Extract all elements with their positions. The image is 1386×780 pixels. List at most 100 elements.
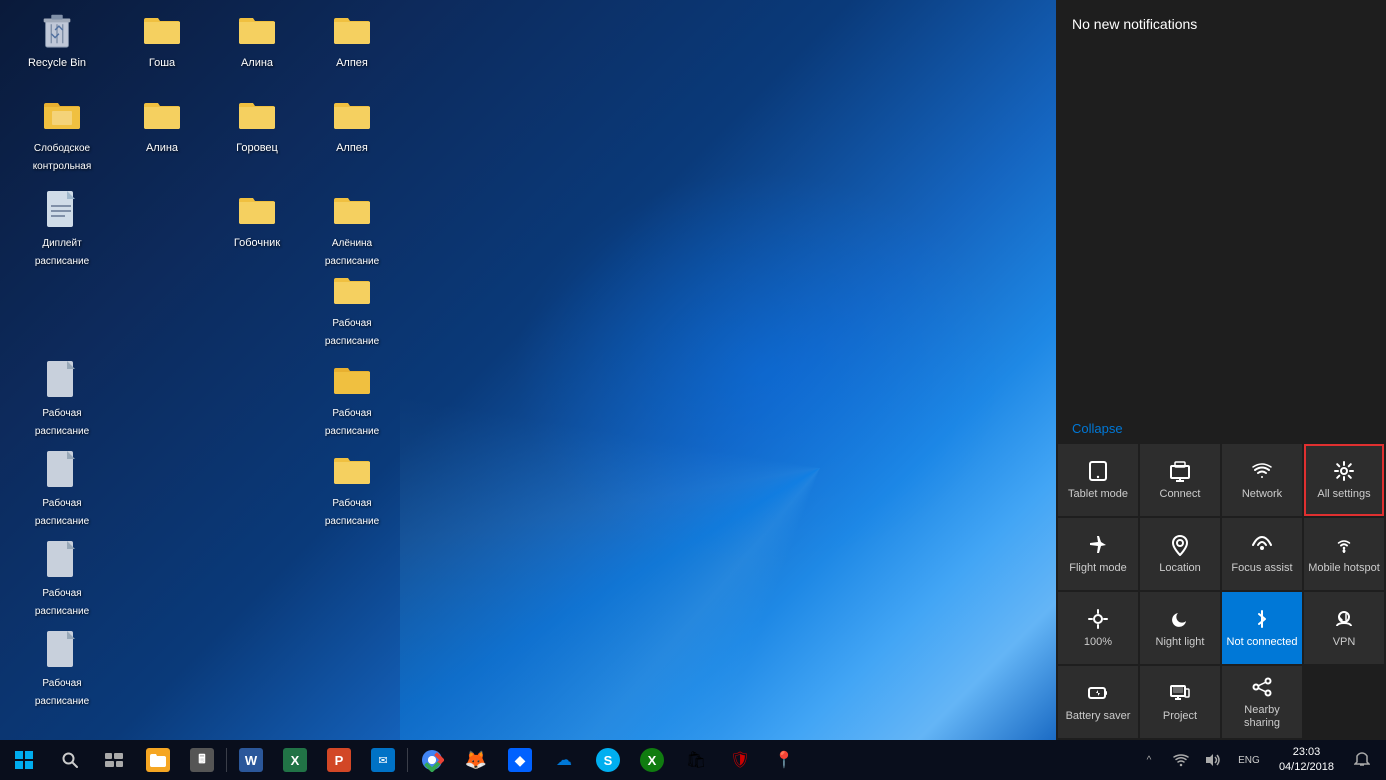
- pinned-calculator[interactable]: 🖩: [180, 740, 224, 780]
- antivirus-icon: 🛡: [728, 748, 752, 772]
- folder-10-label: Рабочая расписание: [325, 498, 379, 527]
- file-4-label: Рабочая расписание: [35, 498, 89, 527]
- start-button[interactable]: [0, 740, 48, 780]
- qa-vpn-label: VPN: [1333, 636, 1356, 649]
- qa-mobile-hotspot[interactable]: Mobile hotspot: [1304, 518, 1384, 590]
- tablet-mode-icon: [1087, 460, 1109, 482]
- pinned-antivirus[interactable]: 🛡: [718, 740, 762, 780]
- search-button[interactable]: [48, 740, 92, 780]
- qa-network[interactable]: Network: [1222, 444, 1302, 516]
- ac-footer: Collapse Tablet mode Connect: [1056, 407, 1386, 740]
- desktop-folder-4[interactable]: Алина: [122, 90, 202, 160]
- flight-mode-icon: [1087, 534, 1109, 556]
- ac-quick-actions-grid: Tablet mode Connect Network: [1056, 442, 1386, 740]
- qa-bluetooth-label: Not connected: [1227, 636, 1298, 649]
- tray-volume[interactable]: [1199, 740, 1227, 780]
- network-icon: [1251, 460, 1273, 482]
- onedrive-icon: ☁: [552, 748, 576, 772]
- qa-flight-mode[interactable]: Flight mode: [1058, 518, 1138, 590]
- tray-network[interactable]: [1167, 740, 1195, 780]
- taskbar: 🖩 W X P ✉ 🦊 ◆: [0, 740, 1386, 780]
- desktop-folder-7[interactable]: Гобочник: [217, 185, 297, 255]
- taskbar-pinned-apps: 🖩 W X P ✉ 🦊 ◆: [136, 740, 1135, 780]
- dropbox-icon: ◆: [508, 748, 532, 772]
- qa-brightness-label: 100%: [1084, 636, 1112, 649]
- desktop-folder-8[interactable]: Алёнина расписание: [312, 185, 392, 273]
- desktop-file-1[interactable]: Диплейт расписание: [22, 185, 102, 273]
- qa-tablet-mode-label: Tablet mode: [1068, 488, 1128, 501]
- desktop-file-3[interactable]: Рабочая расписание: [22, 355, 102, 443]
- qa-project[interactable]: Project: [1140, 666, 1220, 738]
- pinned-onedrive[interactable]: ☁: [542, 740, 586, 780]
- pinned-store[interactable]: 🛍: [674, 740, 718, 780]
- qa-brightness[interactable]: 100%: [1058, 592, 1138, 664]
- desktop-file-6[interactable]: Рабочая расписание: [22, 625, 102, 713]
- desktop-folder-9[interactable]: Рабочая расписание: [312, 355, 392, 443]
- desktop-folder-1[interactable]: Гоша: [122, 5, 202, 75]
- firefox-icon: 🦊: [464, 748, 488, 772]
- pinned-excel[interactable]: X: [273, 740, 317, 780]
- pinned-outlook[interactable]: ✉: [361, 740, 405, 780]
- qa-battery-saver[interactable]: Battery saver: [1058, 666, 1138, 738]
- pinned-chrome[interactable]: [410, 740, 454, 780]
- bluetooth-icon: [1251, 608, 1273, 630]
- pinned-file-explorer[interactable]: [136, 740, 180, 780]
- pinned-powerpoint[interactable]: P: [317, 740, 361, 780]
- recycle-bin-icon[interactable]: Recycle Bin: [17, 5, 97, 75]
- store-icon: 🛍: [684, 748, 708, 772]
- file-3-label: Рабочая расписание: [35, 408, 89, 437]
- folder-3-label: Алпея: [336, 57, 368, 69]
- qa-connect[interactable]: Connect: [1140, 444, 1220, 516]
- project-icon: [1169, 682, 1191, 704]
- qa-connect-label: Connect: [1160, 488, 1201, 501]
- qa-focus-assist-label: Focus assist: [1231, 562, 1292, 575]
- pinned-xbox[interactable]: X: [630, 740, 674, 780]
- calculator-icon: 🖩: [190, 748, 214, 772]
- tray-time: 23:03: [1293, 745, 1321, 760]
- desktop-folder-3[interactable]: Алпея: [312, 5, 392, 75]
- tray-notification-center[interactable]: [1346, 740, 1378, 780]
- ac-collapse-button[interactable]: Collapse: [1056, 415, 1386, 442]
- pinned-maps[interactable]: 📍: [762, 740, 806, 780]
- tray-clock[interactable]: 23:03 04/12/2018: [1271, 740, 1342, 780]
- desktop-folder-6[interactable]: Алпея: [312, 90, 392, 160]
- pinned-firefox[interactable]: 🦊: [454, 740, 498, 780]
- word-icon: W: [239, 748, 263, 772]
- qa-vpn[interactable]: VPN: [1304, 592, 1384, 664]
- desktop-folder-10[interactable]: Рабочая расписание: [312, 445, 392, 533]
- xbox-icon: X: [640, 748, 664, 772]
- qa-flight-mode-label: Flight mode: [1069, 562, 1126, 575]
- qa-all-settings-label: All settings: [1317, 488, 1370, 501]
- desktop-file-4[interactable]: Рабочая расписание: [22, 445, 102, 533]
- qa-network-label: Network: [1242, 488, 1282, 501]
- taskbar-tray: ^ ENG 23:03 04/12/2018: [1135, 740, 1386, 780]
- qa-night-light[interactable]: Night light: [1140, 592, 1220, 664]
- qa-tablet-mode[interactable]: Tablet mode: [1058, 444, 1138, 516]
- battery-saver-icon: [1087, 682, 1109, 704]
- tray-language[interactable]: ENG: [1231, 740, 1267, 780]
- night-light-icon: [1169, 608, 1191, 630]
- desktop-file-5[interactable]: Рабочая расписание: [22, 535, 102, 623]
- qa-focus-assist[interactable]: Focus assist: [1222, 518, 1302, 590]
- qa-all-settings[interactable]: All settings: [1304, 444, 1384, 516]
- desktop-file-2[interactable]: Рабочая расписание: [312, 265, 392, 353]
- qa-location[interactable]: Location: [1140, 518, 1220, 590]
- pinned-dropbox[interactable]: ◆: [498, 740, 542, 780]
- qa-mobile-hotspot-label: Mobile hotspot: [1308, 562, 1380, 575]
- task-view-button[interactable]: [92, 740, 136, 780]
- qa-project-label: Project: [1163, 710, 1197, 723]
- desktop-folder-2[interactable]: Алина: [217, 5, 297, 75]
- pinned-skype[interactable]: S: [586, 740, 630, 780]
- mobile-hotspot-icon: [1333, 534, 1355, 556]
- desktop-folder-5[interactable]: Горовец: [217, 90, 297, 160]
- outlook-icon: ✉: [371, 748, 395, 772]
- chrome-icon: [420, 748, 444, 772]
- qa-nearby-sharing[interactable]: Nearby sharing: [1222, 666, 1302, 738]
- qa-nearby-sharing-label: Nearby sharing: [1226, 704, 1298, 730]
- tray-show-hidden[interactable]: ^: [1135, 740, 1163, 780]
- pinned-word[interactable]: W: [229, 740, 273, 780]
- qa-bluetooth[interactable]: Not connected: [1222, 592, 1302, 664]
- desktop-folder-special-1[interactable]: Слободское контрольная: [22, 90, 102, 178]
- file-5-label: Рабочая расписание: [35, 588, 89, 617]
- focus-assist-icon: [1251, 534, 1273, 556]
